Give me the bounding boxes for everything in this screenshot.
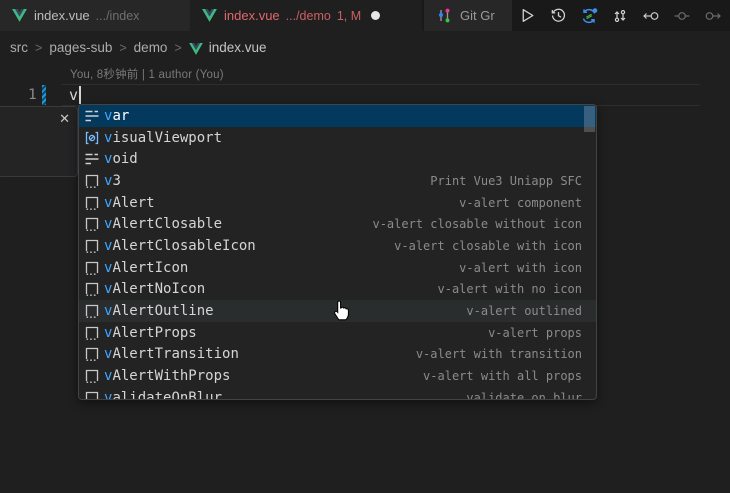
suggestion-item-v3[interactable]: v3 Print Vue3 Uniapp SFC: [79, 170, 596, 192]
suggestion-label: vAlertClosableIcon: [104, 238, 256, 254]
symbol-snippet-icon: [83, 390, 100, 400]
suggestion-item-vAlertClosable[interactable]: vAlertClosable v-alert closable without i…: [79, 213, 596, 235]
suggest-widget: var visualViewport void v3 Print Vue3 Uniapp…: [78, 104, 597, 400]
dirty-indicator[interactable]: [371, 11, 380, 20]
suggest-details-panel: ✕: [0, 106, 78, 177]
suggestion-label: vAlert: [104, 195, 155, 211]
vue-icon: [202, 9, 217, 22]
play-icon[interactable]: [518, 7, 536, 25]
tab-problems-badge: 1, M: [337, 9, 361, 23]
suggestion-label: v3: [104, 173, 121, 189]
close-icon[interactable]: ✕: [59, 111, 70, 127]
breadcrumb: src > pages-sub > demo > index.vue: [0, 31, 730, 64]
vue-icon: [189, 43, 203, 55]
symbol-snippet-icon: [83, 260, 100, 276]
suggestion-item-vAlertWithProps[interactable]: vAlertWithProps v-alert with all props: [79, 365, 596, 387]
suggestion-detail: v-alert with transition: [404, 347, 582, 361]
suggestion-item-void[interactable]: void: [79, 148, 596, 170]
breadcrumb-dirs: src > pages-sub > demo >: [10, 40, 189, 55]
history-icon[interactable]: [549, 7, 567, 25]
tab-index-vue-index[interactable]: index.vue .../index: [0, 0, 190, 31]
chevron-separator-icon: >: [119, 41, 126, 55]
tab-git-graph[interactable]: Git Gr: [424, 0, 512, 31]
tab-label: index.vue: [224, 8, 280, 23]
suggestion-label: visualViewport: [104, 130, 222, 146]
breadcrumb-item[interactable]: demo: [134, 40, 168, 55]
suggestion-label: vAlertProps: [104, 325, 197, 341]
tab-detail: .../demo: [286, 9, 331, 23]
suggestion-label: vAlertTransition: [104, 346, 239, 362]
suggestion-detail: v-alert closable with icon: [382, 239, 582, 253]
suggestion-label: vAlertOutline: [104, 303, 214, 319]
suggestion-label: void: [104, 151, 138, 167]
suggestion-item-vAlert[interactable]: vAlert v-alert component: [79, 192, 596, 214]
suggestion-item-vAlertTransition[interactable]: vAlertTransition v-alert with transition: [79, 344, 596, 366]
nav-current-icon[interactable]: [673, 7, 691, 25]
nav-forward-icon[interactable]: [704, 7, 722, 25]
breadcrumb-item[interactable]: src: [10, 40, 28, 55]
git-blame-annotation[interactable]: You, 8秒钟前 | 1 author (You): [70, 66, 224, 82]
tab-label: Git Gr: [460, 8, 495, 23]
tab-bar: index.vue .../index index.vue .../demo 1…: [0, 0, 730, 31]
symbol-snippet-icon: [83, 216, 100, 232]
symbol-snippet-icon: [83, 195, 100, 211]
suggestion-detail: v-alert closable without icon: [360, 217, 582, 231]
symbol-snippet-icon: [83, 325, 100, 341]
tab-detail: .../index: [96, 9, 140, 23]
suggestion-item-var[interactable]: var: [79, 105, 596, 127]
suggestion-item-vAlertClosableIcon[interactable]: vAlertClosableIcon v-alert closable with …: [79, 235, 596, 257]
suggestion-label: vAlertIcon: [104, 260, 188, 276]
suggestion-detail: v-alert outlined: [454, 304, 582, 318]
mouse-pointer-cursor: [332, 299, 351, 326]
symbol-snippet-icon: [83, 346, 100, 362]
line-number: 1: [28, 87, 37, 103]
chevron-separator-icon: >: [174, 41, 181, 55]
sync-icon[interactable]: [580, 7, 598, 25]
symbol-keyword-icon: [83, 151, 100, 167]
breadcrumb-item[interactable]: pages-sub: [49, 40, 112, 55]
suggestion-label: vAlertNoIcon: [104, 281, 205, 297]
suggestion-detail: v-alert component: [447, 196, 582, 210]
suggestion-detail: v-alert with icon: [447, 261, 582, 275]
suggestion-detail: v-alert with all props: [411, 369, 582, 383]
tab-label: index.vue: [34, 8, 90, 23]
symbol-snippet-icon: [83, 303, 100, 319]
symbol-keyword-icon: [83, 108, 100, 124]
vue-icon: [12, 9, 27, 22]
vscode-window: index.vue .../index index.vue .../demo 1…: [0, 0, 730, 493]
suggestion-item-vAlertNoIcon[interactable]: vAlertNoIcon v-alert with no icon: [79, 279, 596, 301]
symbol-variable-icon: [83, 130, 100, 146]
breadcrumb-file[interactable]: index.vue: [209, 40, 267, 55]
symbol-snippet-icon: [83, 281, 100, 297]
suggestion-item-visualViewport[interactable]: visualViewport: [79, 127, 596, 149]
symbol-snippet-icon: [83, 173, 100, 189]
suggestion-label: vAlertClosable: [104, 216, 222, 232]
git-graph-icon: [436, 7, 453, 24]
symbol-snippet-icon: [83, 238, 100, 254]
chevron-separator-icon: >: [35, 41, 42, 55]
suggestion-item-vAlertIcon[interactable]: vAlertIcon v-alert with icon: [79, 257, 596, 279]
tab-index-vue-demo-active[interactable]: index.vue .../demo 1, M: [190, 0, 422, 31]
suggestion-detail: v-alert props: [476, 326, 582, 340]
suggestion-label: var: [104, 108, 129, 124]
suggest-list: var visualViewport void v3 Print Vue3 Uniapp…: [79, 105, 596, 400]
suggestion-label: validateOnBlur: [104, 390, 222, 400]
editor-actions: [514, 0, 726, 31]
symbol-snippet-icon: [83, 368, 100, 384]
suggestion-detail: Print Vue3 Uniapp SFC: [418, 174, 582, 188]
current-line-border-top: [62, 84, 700, 85]
suggestion-detail: v-alert with no icon: [426, 282, 583, 296]
compare-changes-icon[interactable]: [611, 7, 629, 25]
nav-back-icon[interactable]: [642, 7, 660, 25]
suggestion-label: vAlertWithProps: [104, 368, 230, 384]
suggestion-item-validateOnBlur[interactable]: validateOnBlur validate on blur: [79, 387, 596, 400]
gutter-modified-indicator: [42, 85, 46, 105]
suggestion-detail: validate on blur: [454, 391, 582, 400]
suggest-scrollbar-thumb[interactable]: [584, 106, 595, 132]
